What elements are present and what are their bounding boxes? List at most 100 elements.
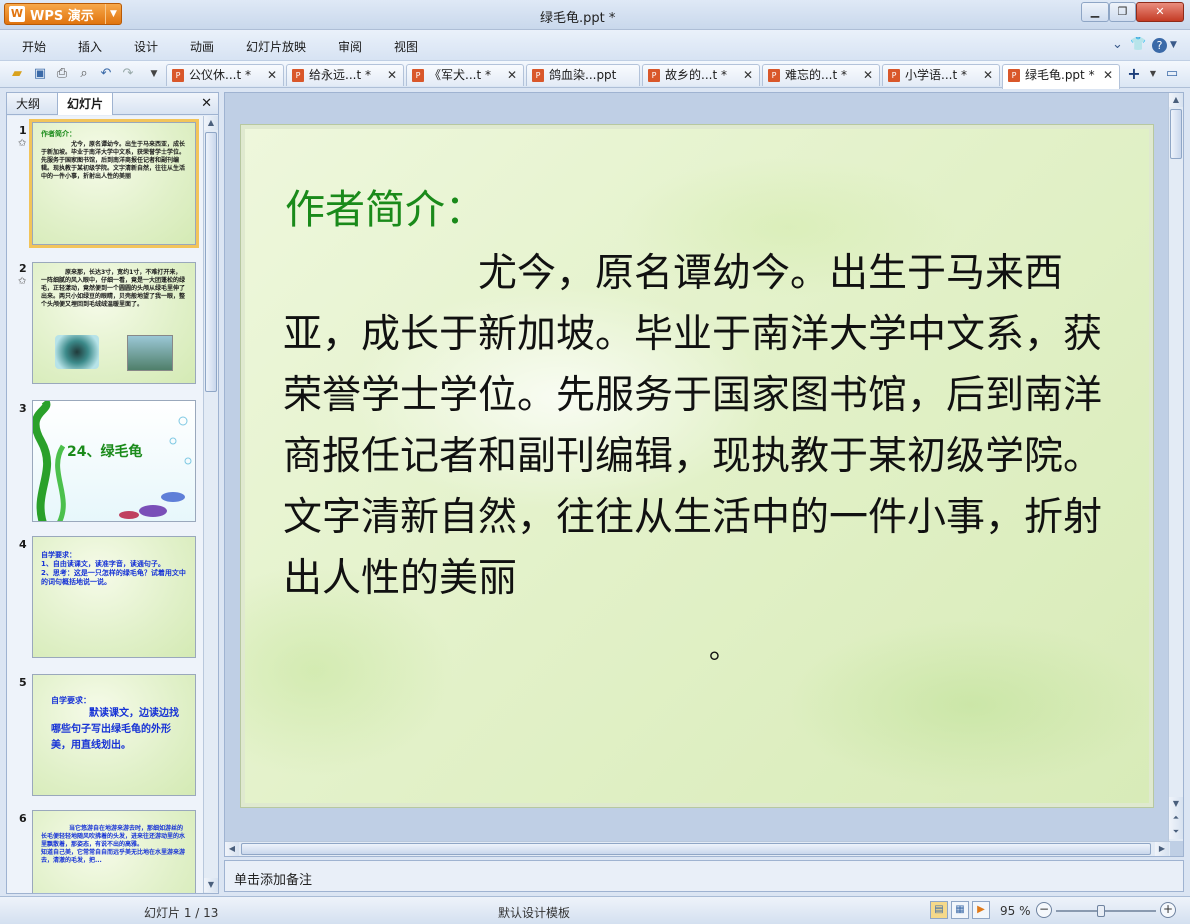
restore-pane-icon[interactable]: ▭: [1164, 66, 1180, 82]
ppt-file-icon: P: [888, 69, 900, 82]
slide-horizontal-scrollbar[interactable]: ◀ ▶: [225, 841, 1170, 856]
animation-star-icon: ✩: [18, 138, 27, 149]
close-window-button[interactable]: ✕: [1136, 2, 1184, 22]
slide-body-text[interactable]: 尤今，原名谭幼今。出生于马来西亚，成长于新加坡。毕业于南洋大学中文系，获荣誉学士…: [283, 243, 1123, 609]
skin-shirt-icon[interactable]: 👕: [1130, 37, 1146, 52]
menu-animation[interactable]: 动画: [190, 38, 214, 55]
zoom-slider[interactable]: [1056, 905, 1156, 917]
next-slide-icon[interactable]: ⏷: [1169, 825, 1183, 839]
slide-thumbnail-2[interactable]: 原来那，长达3寸，宽约1寸，不难打开来，一阵细腻的风入眼中，仔细一看，竟是一大团…: [32, 262, 196, 384]
slide-title[interactable]: 作者简介：: [285, 177, 485, 235]
ppt-file-icon: P: [172, 69, 184, 82]
thumbnail-scrollbar[interactable]: ▲ ▼: [203, 116, 218, 893]
zoom-out-button[interactable]: −: [1036, 902, 1052, 918]
scroll-thumb[interactable]: [205, 132, 217, 392]
slide-thumbnail-list: 1 ✩ 作者简介： 尤今，原名谭幼今。出生于马来西亚，成长于新加坡。毕业于南洋大…: [7, 116, 203, 893]
doc-tab-label: 给永远...t *: [309, 68, 371, 82]
scroll-up-icon[interactable]: ▲: [1169, 93, 1183, 107]
close-panel-icon[interactable]: ✕: [201, 96, 212, 111]
slide-number: 4: [19, 538, 27, 551]
ppt-file-icon: P: [532, 69, 544, 82]
slide-number: 1: [19, 124, 27, 137]
previous-slide-icon[interactable]: ⏶: [1169, 811, 1183, 825]
doc-tab-5[interactable]: P 故乡的...t * ✕: [642, 64, 760, 86]
help-icon[interactable]: ?: [1152, 38, 1167, 53]
doc-tab-2[interactable]: P 给永远...t * ✕: [286, 64, 404, 86]
doc-tab-active[interactable]: P 绿毛龟.ppt * ✕: [1002, 64, 1120, 89]
close-tab-icon[interactable]: ✕: [983, 65, 993, 85]
print-icon[interactable]: ⎙: [54, 66, 70, 82]
help-dropdown-icon[interactable]: ▼: [1170, 40, 1177, 50]
doc-tab-label: 难忘的...t *: [785, 68, 847, 82]
doc-tab-3[interactable]: P 《军犬...t * ✕: [406, 64, 524, 86]
slide-thumbnail-1[interactable]: 作者简介： 尤今，原名谭幼今。出生于马来西亚，成长于新加坡。毕业于南洋大学中文系…: [29, 119, 199, 248]
undo-icon[interactable]: ↶: [98, 66, 114, 82]
save-icon[interactable]: ▣: [32, 66, 48, 82]
thumb-text: 尤今，原名谭幼今。出生于马来西亚，成长于新加坡。毕业于南洋大学中文系，获荣誉学士…: [41, 141, 186, 180]
scroll-left-icon[interactable]: ◀: [225, 842, 239, 856]
doc-tab-1[interactable]: P 公仪休...t * ✕: [166, 64, 284, 86]
doc-tab-label: 小学语...t *: [905, 68, 967, 82]
scroll-thumb[interactable]: [241, 843, 1151, 855]
doc-tab-label: 故乡的...t *: [665, 68, 727, 82]
scroll-thumb[interactable]: [1170, 109, 1182, 159]
close-tab-icon[interactable]: ✕: [267, 65, 277, 85]
slide-sorter-icon[interactable]: ▦: [951, 901, 969, 919]
minimize-button[interactable]: ▁: [1081, 2, 1109, 22]
normal-view-icon[interactable]: ▤: [930, 901, 948, 919]
tab-slides[interactable]: 幻灯片: [57, 93, 114, 115]
current-slide[interactable]: 作者简介： 尤今，原名谭幼今。出生于马来西亚，成长于新加坡。毕业于南洋大学中文系…: [240, 124, 1154, 808]
slide-thumbnail-5[interactable]: 自学要求： 默读课文，边读边找哪些句子写出绿毛龟的外形美，用直线划出。: [32, 674, 196, 796]
zoom-level[interactable]: 95 %: [1000, 904, 1031, 918]
slide-thumbnail-3[interactable]: 24、绿毛龟: [32, 400, 196, 522]
thumb-heading: 自学要求：: [51, 696, 91, 705]
scroll-down-icon[interactable]: ▼: [204, 878, 218, 892]
document-tab-bar: ▰ ▣ ⎙ ⌕ ↶ ↷ ▼ P 公仪休...t * ✕ P 给永远...t * …: [0, 60, 1190, 89]
print-preview-icon[interactable]: ⌕: [76, 66, 92, 82]
thumb-text: 默读课文，边读边找哪些句子写出绿毛龟的外形美，用直线划出。: [51, 708, 179, 751]
slide-thumbnail-4[interactable]: 自学要求： 1、自由读课文，读准字音，读通句子。 2、思考：这是一只怎样的绿毛龟…: [32, 536, 196, 658]
redo-icon[interactable]: ↷: [120, 66, 136, 82]
scroll-down-icon[interactable]: ▼: [1169, 797, 1183, 811]
scroll-right-icon[interactable]: ▶: [1155, 842, 1169, 856]
slide-number: 2: [19, 262, 27, 275]
tab-outline[interactable]: 大纲: [7, 93, 49, 115]
close-tab-icon[interactable]: ✕: [743, 65, 753, 85]
notes-pane[interactable]: 单击添加备注: [224, 860, 1184, 892]
doc-tab-7[interactable]: P 小学语...t * ✕: [882, 64, 1000, 86]
maximize-button[interactable]: ❐: [1109, 2, 1136, 22]
title-bar: W WPS 演示 ▼ 绿毛龟.ppt * ▁ ❐ ✕: [0, 0, 1190, 30]
menu-view[interactable]: 视图: [394, 38, 418, 55]
wps-menu-button[interactable]: W WPS 演示 ▼: [4, 3, 122, 25]
thumb-text: 自学要求： 1、自由读课文，读准字音，读通句子。 2、思考：这是一只怎样的绿毛龟…: [41, 551, 186, 586]
slide-counter: 幻灯片 1 / 13: [144, 906, 219, 920]
close-tab-icon[interactable]: ✕: [387, 65, 397, 85]
doc-tab-label: 《军犬...t *: [429, 68, 491, 82]
close-tab-icon[interactable]: ✕: [507, 65, 517, 85]
doc-tab-4[interactable]: P 鸽血染...ppt: [526, 64, 640, 86]
new-tab-icon[interactable]: +: [1126, 66, 1142, 82]
slideshow-icon[interactable]: ▶: [972, 901, 990, 919]
menu-review[interactable]: 审阅: [338, 38, 362, 55]
ribbon-collapse-icon[interactable]: ⌄: [1112, 37, 1123, 52]
open-folder-icon[interactable]: ▰: [9, 66, 25, 82]
slide-vertical-scrollbar[interactable]: ▲ ▼ ⏶ ⏷: [1168, 93, 1183, 841]
close-tab-icon[interactable]: ✕: [863, 65, 873, 85]
menu-home[interactable]: 开始: [22, 38, 46, 55]
scroll-up-icon[interactable]: ▲: [204, 116, 218, 130]
slide-thumbnail-6[interactable]: 当它悠游自在地游来游去时，那细如游丝的长毛便轻轻地随风吹拂着的头发，进来往还游动…: [32, 810, 196, 893]
doc-tab-label: 鸽血染...ppt: [549, 68, 617, 82]
doc-tab-6[interactable]: P 难忘的...t * ✕: [762, 64, 880, 86]
menu-insert[interactable]: 插入: [78, 38, 102, 55]
zoom-slider-knob[interactable]: [1097, 905, 1105, 917]
thumb-title: 作者简介：: [41, 130, 76, 138]
panel-tabs: 大纲 幻灯片 ✕: [7, 93, 218, 115]
close-tab-icon[interactable]: ✕: [1103, 65, 1113, 85]
tab-list-icon[interactable]: ▼: [1145, 66, 1161, 82]
menu-design[interactable]: 设计: [134, 38, 158, 55]
customize-toolbar-icon[interactable]: ▼: [146, 66, 162, 82]
menu-slideshow[interactable]: 幻灯片放映: [246, 38, 306, 55]
menu-bar: 开始 插入 设计 动画 幻灯片放映 审阅 视图 ⌄ 👕 ? ▼: [0, 30, 1190, 60]
aquarium-image: [127, 335, 173, 371]
zoom-in-button[interactable]: +: [1160, 902, 1176, 918]
